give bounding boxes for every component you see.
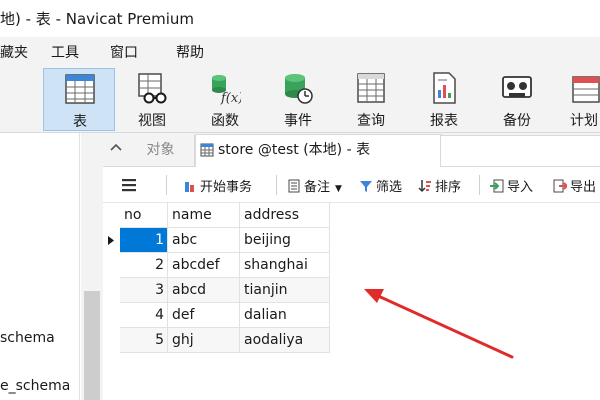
cell-no[interactable]: 4 bbox=[120, 303, 168, 328]
filter-icon bbox=[360, 181, 372, 192]
chevron-up-icon[interactable] bbox=[109, 140, 123, 154]
memo-button[interactable]: 备注 ▼ bbox=[287, 176, 342, 195]
toolbar-function-button[interactable]: f(x) 函数 bbox=[189, 68, 261, 131]
toolbar-query-button[interactable]: 查询 bbox=[335, 68, 407, 131]
cell-address[interactable]: beijing bbox=[240, 228, 330, 253]
import-label: 导入 bbox=[507, 180, 534, 195]
menu-favorites[interactable]: 藏夹 bbox=[0, 42, 28, 62]
table-row[interactable]: 3 abcd tianjin bbox=[103, 278, 330, 303]
toolbar-divider bbox=[166, 175, 167, 195]
cell-name[interactable]: abcd bbox=[168, 278, 240, 303]
table-row[interactable]: 1 abc beijing bbox=[103, 228, 330, 253]
backup-icon bbox=[502, 76, 532, 98]
toolbar-report-button[interactable]: 报表 bbox=[408, 68, 480, 131]
column-header-no[interactable]: no bbox=[120, 203, 168, 228]
tab-objects[interactable]: 对象 bbox=[127, 135, 195, 166]
current-row-indicator-icon bbox=[108, 236, 114, 245]
table-icon bbox=[65, 74, 95, 104]
menu-window[interactable]: 窗口 bbox=[110, 42, 138, 62]
title-bar: 地) - 表 - Navicat Premium bbox=[0, 0, 600, 37]
export-icon bbox=[553, 179, 567, 193]
table-icon bbox=[200, 143, 214, 157]
sort-icon bbox=[418, 180, 431, 193]
cell-address[interactable]: dalian bbox=[240, 303, 330, 328]
query-icon bbox=[357, 73, 385, 103]
cell-name[interactable]: abc bbox=[168, 228, 240, 253]
main-toolbar: 表 视图 f(x) 函数 bbox=[0, 65, 600, 133]
schedule-icon bbox=[572, 76, 600, 103]
filter-button[interactable]: 筛选 bbox=[359, 176, 402, 195]
window-title: 地) - 表 - Navicat Premium bbox=[0, 10, 195, 28]
import-button[interactable]: 导入 bbox=[490, 176, 533, 195]
cell-address[interactable]: shanghai bbox=[240, 253, 330, 278]
view-icon bbox=[138, 73, 167, 104]
cell-no[interactable]: 3 bbox=[120, 278, 168, 303]
cell-name[interactable]: ghj bbox=[168, 328, 240, 353]
tab-title: store @test (本地) - 表 bbox=[218, 142, 371, 158]
toolbar-label: 函数 bbox=[211, 113, 239, 129]
data-grid: no name address 1 abc beijing 2 abcdef s… bbox=[103, 203, 600, 400]
toolbar-label: 计划 bbox=[570, 113, 598, 129]
column-header-address[interactable]: address bbox=[240, 203, 330, 228]
import-icon bbox=[490, 179, 504, 193]
hamburger-menu-icon[interactable] bbox=[121, 178, 137, 192]
memo-label: 备注 bbox=[304, 180, 331, 195]
sort-button[interactable]: 排序 bbox=[418, 176, 461, 195]
report-icon bbox=[433, 72, 456, 104]
event-icon bbox=[285, 74, 313, 104]
filter-label: 筛选 bbox=[376, 180, 403, 195]
toolbar-label: 报表 bbox=[430, 113, 458, 129]
toolbar-event-button[interactable]: 事件 bbox=[262, 68, 334, 131]
table-row[interactable]: 4 def dalian bbox=[103, 303, 330, 328]
toolbar-label: 表 bbox=[73, 114, 87, 130]
cell-no[interactable]: 2 bbox=[120, 253, 168, 278]
toolbar-table-button[interactable]: 表 bbox=[43, 68, 115, 131]
export-button[interactable]: 导出 bbox=[553, 176, 596, 195]
menu-bar: 藏夹 工具 窗口 帮助 bbox=[0, 37, 600, 65]
toolbar-label: 事件 bbox=[284, 113, 312, 129]
dropdown-caret-icon[interactable]: ▼ bbox=[335, 184, 342, 194]
toolbar-backup-button[interactable]: 备份 bbox=[481, 68, 553, 131]
scrollbar-thumb[interactable] bbox=[84, 291, 100, 400]
toolbar-label: 视图 bbox=[138, 113, 166, 129]
begin-transaction-button[interactable]: 开始事务 bbox=[183, 176, 252, 195]
toolbar-label: 查询 bbox=[357, 113, 385, 129]
cell-address[interactable]: aodaliya bbox=[240, 328, 330, 353]
search-input[interactable] bbox=[440, 135, 600, 167]
navigation-scrollbar[interactable] bbox=[81, 133, 103, 400]
tab-store-table[interactable]: store @test (本地) - 表 bbox=[195, 134, 442, 167]
menu-help[interactable]: 帮助 bbox=[176, 42, 204, 62]
cell-no[interactable]: 5 bbox=[120, 328, 168, 353]
tab-strip: 对象 store @test (本地) - 表 bbox=[103, 133, 600, 167]
grid-toolbar: 开始事务 备注 ▼ 筛选 排序 导入 导出 bbox=[103, 167, 600, 203]
cell-name[interactable]: abcdef bbox=[168, 253, 240, 278]
table-row[interactable]: 2 abcdef shanghai bbox=[103, 253, 330, 278]
cell-name[interactable]: def bbox=[168, 303, 240, 328]
table-row[interactable]: 5 ghj aodaliya bbox=[103, 328, 330, 353]
sort-label: 排序 bbox=[435, 180, 462, 195]
memo-icon bbox=[288, 179, 300, 193]
toolbar-divider bbox=[479, 175, 480, 195]
toolbar-view-button[interactable]: 视图 bbox=[116, 68, 188, 131]
menu-tools[interactable]: 工具 bbox=[51, 42, 79, 62]
toolbar-label: 备份 bbox=[503, 113, 531, 129]
begin-transaction-label: 开始事务 bbox=[200, 180, 253, 195]
cell-no[interactable]: 1 bbox=[120, 228, 168, 253]
export-label: 导出 bbox=[570, 180, 597, 195]
cell-address[interactable]: tianjin bbox=[240, 278, 330, 303]
toolbar-schedule-button[interactable]: 计划 bbox=[554, 68, 600, 131]
function-icon: f(x) bbox=[212, 75, 241, 105]
column-header-name[interactable]: name bbox=[168, 203, 240, 228]
navigation-pane: schema e_schema bbox=[0, 133, 80, 400]
svg-text:f(x): f(x) bbox=[220, 91, 241, 105]
begin-transaction-icon bbox=[185, 182, 194, 192]
sidebar-item-schema[interactable]: schema bbox=[0, 330, 55, 346]
toolbar-divider bbox=[276, 175, 277, 195]
sidebar-item-e-schema[interactable]: e_schema bbox=[0, 378, 70, 394]
